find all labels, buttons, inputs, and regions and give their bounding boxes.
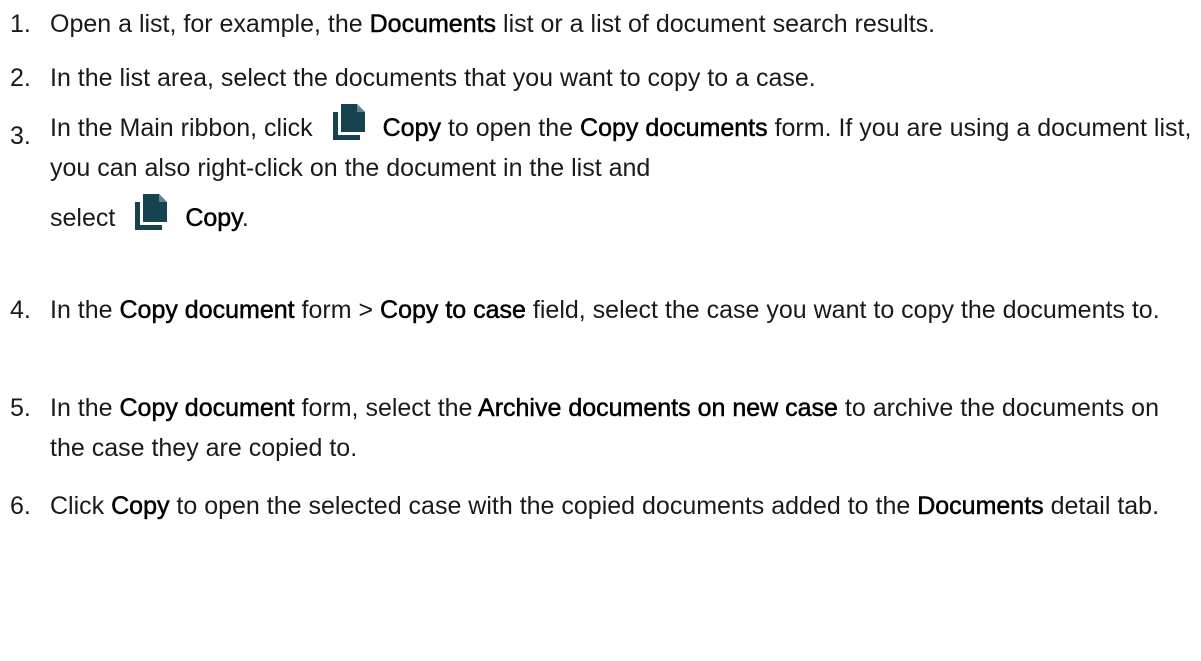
ui-term-copy-documents: Copy documents — [580, 114, 768, 143]
copy-documents-icon — [332, 104, 365, 140]
step-number: 2. — [10, 64, 31, 92]
step-4: 4. In the Copy document form > Copy to c… — [10, 290, 1195, 330]
ui-term-copy: Copy — [382, 114, 441, 143]
step-text: In the Copy document form, select the Ar… — [50, 394, 1159, 462]
step-text: Open a list, for example, the Documents … — [50, 10, 936, 39]
step-5: 5. In the Copy document form, select the… — [10, 388, 1195, 468]
ui-term-copy-document: Copy document — [119, 394, 295, 423]
step-3: 3. In the Main ribbon, click Copy to open… — [10, 104, 1195, 238]
step-text: In the list area, select the documents t… — [50, 64, 816, 92]
step-number: 1. — [10, 10, 31, 38]
step-text: In the Main ribbon, click Copy to open th… — [50, 104, 1195, 238]
step-1: 1. Open a list, for example, the Documen… — [10, 4, 1195, 44]
step-text: In the Copy document form > Copy to case… — [50, 296, 1160, 325]
step-number: 5. — [10, 394, 31, 422]
copy-documents-icon — [135, 194, 168, 230]
ui-term-archive-documents: Archive documents on new case — [478, 394, 838, 423]
ui-term-documents: Documents — [369, 10, 497, 39]
step-number: 6. — [10, 492, 31, 520]
ui-term-documents: Documents — [917, 492, 1044, 521]
step-2: 2. In the list area, select the document… — [10, 58, 1195, 98]
ui-term-copy: Copy — [185, 204, 242, 233]
step-number: 4. — [10, 296, 31, 324]
step-number: 3. — [10, 122, 31, 150]
ui-term-copy-to-case: Copy to case — [380, 296, 526, 325]
step-3-continuation: select Copy. — [50, 194, 1195, 238]
ui-term-copy: Copy — [111, 492, 170, 521]
step-text: Click Copy to open the selected case wit… — [50, 492, 1160, 521]
step-6: 6. Click Copy to open the selected case … — [10, 486, 1195, 526]
ui-term-copy-document: Copy document — [119, 296, 295, 325]
